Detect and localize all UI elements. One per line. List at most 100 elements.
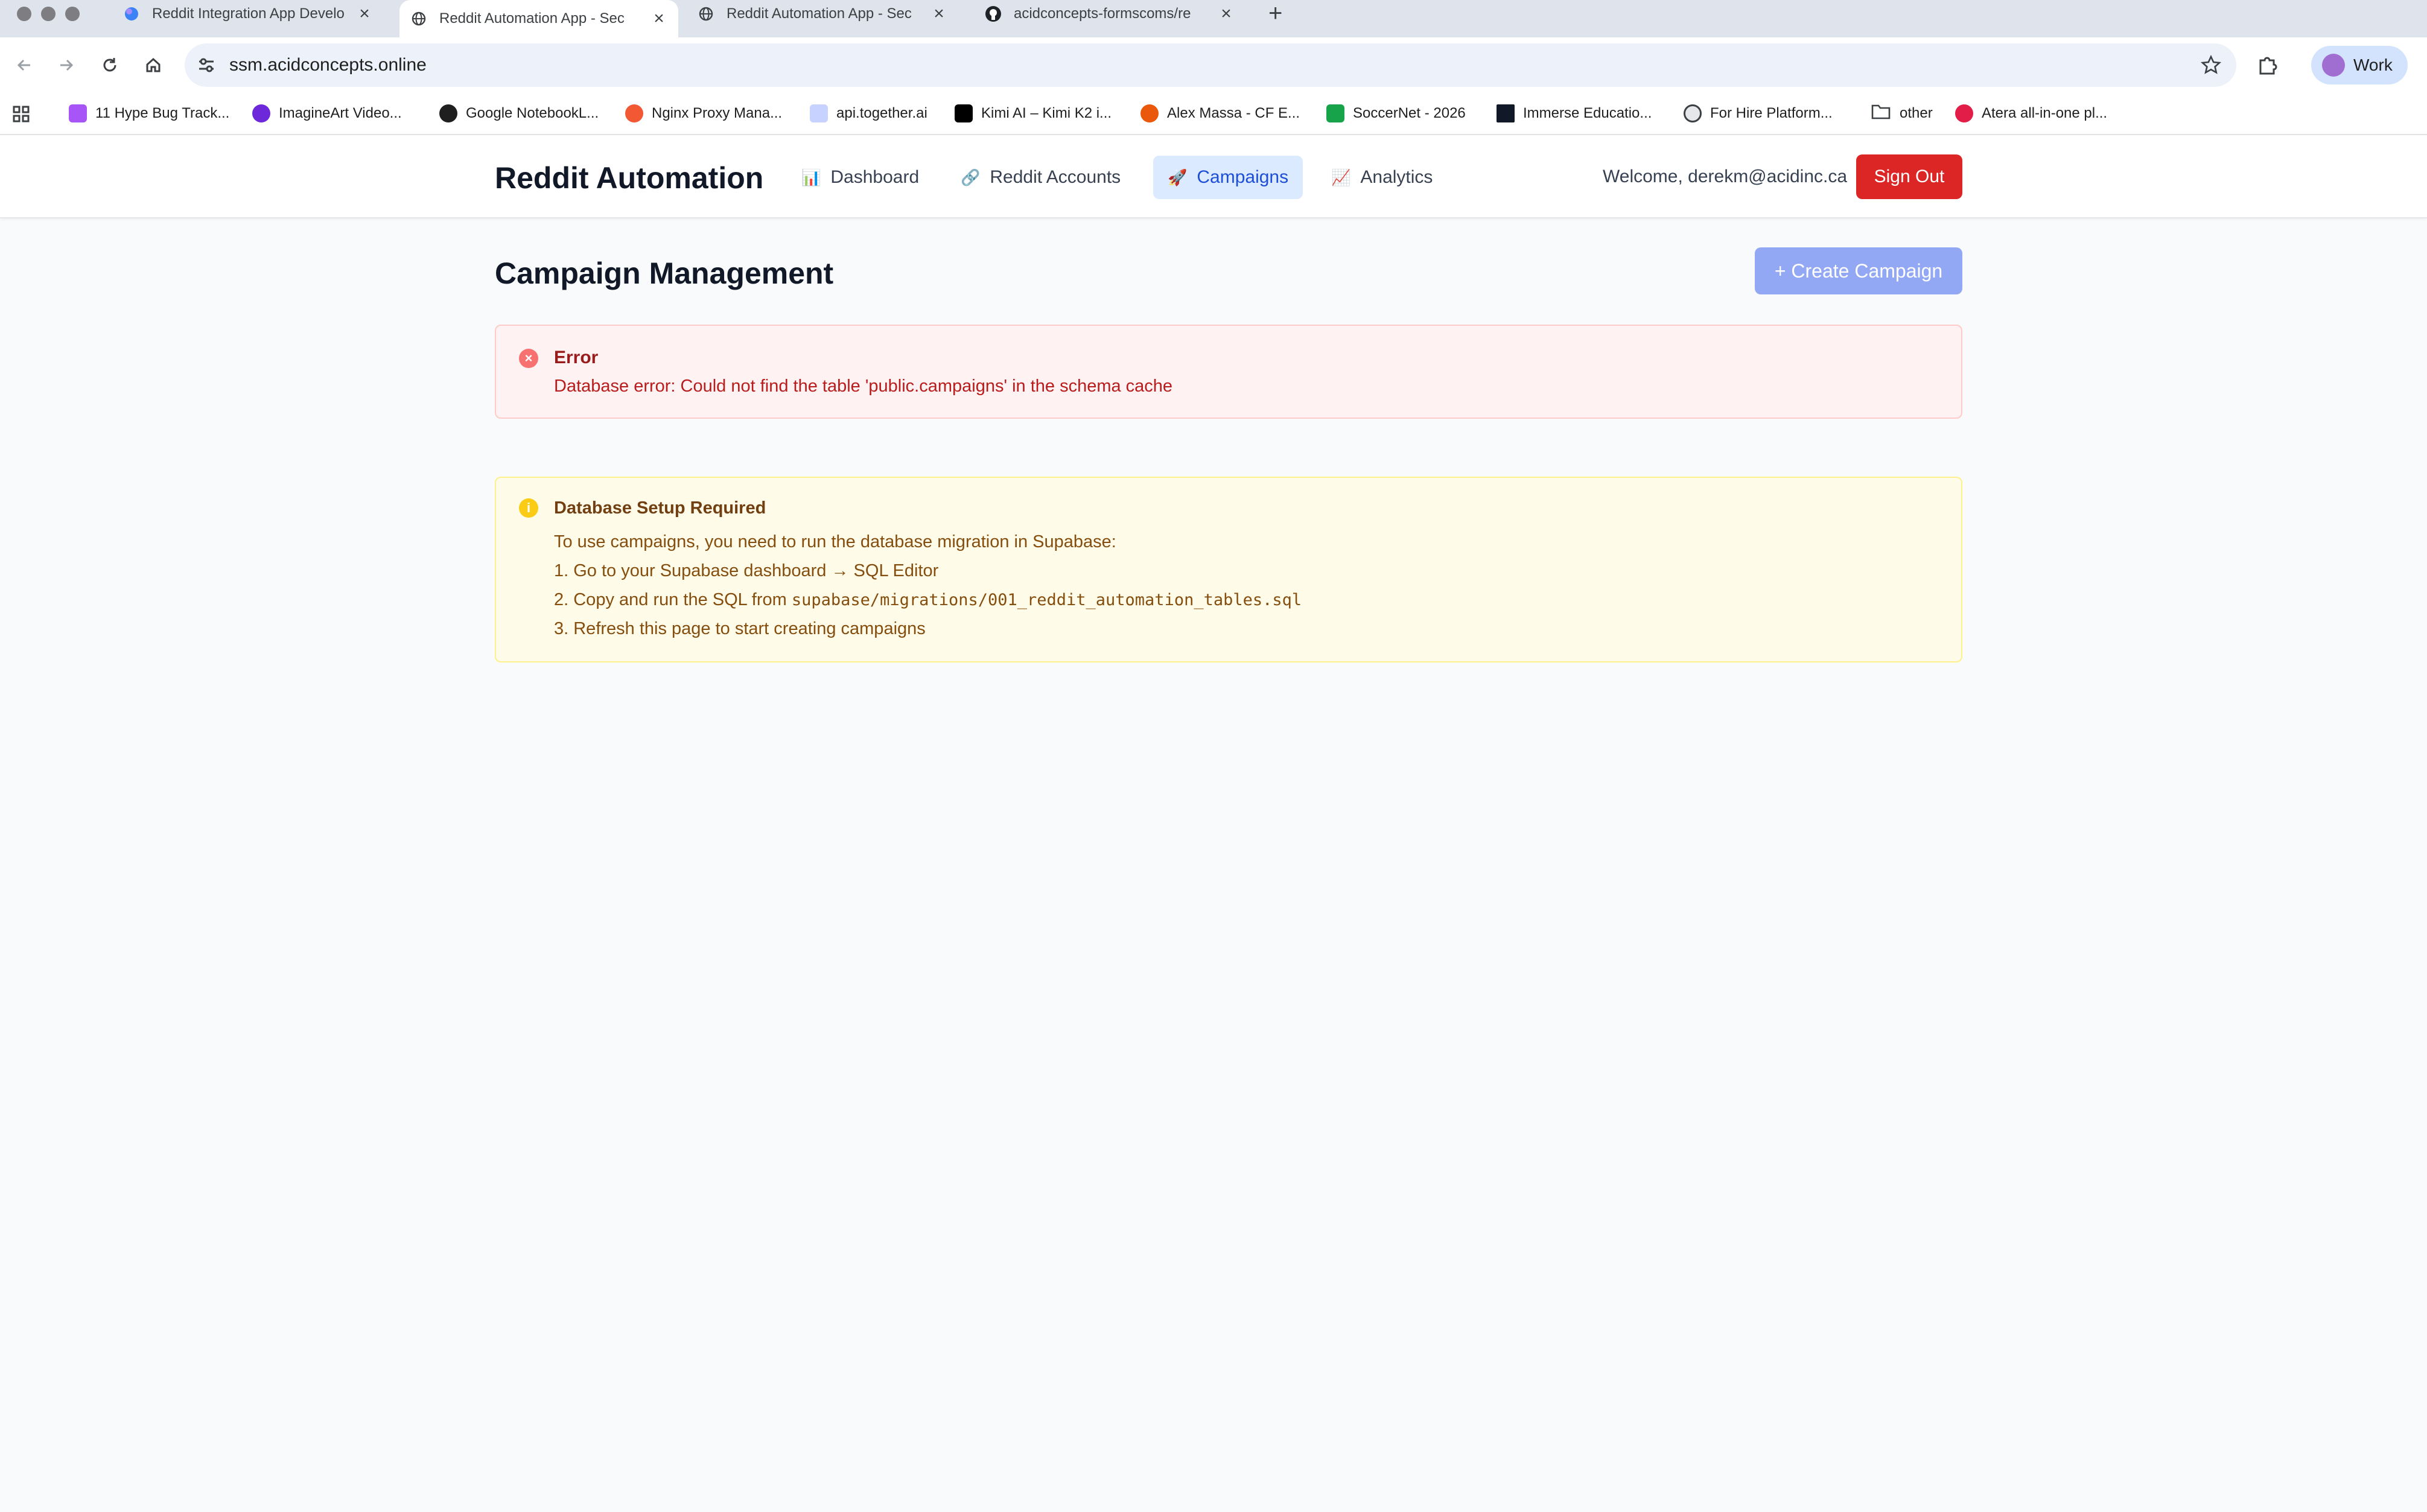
bookmark-favicon-icon — [69, 104, 87, 122]
page-title: Campaign Management — [495, 256, 834, 290]
rocket-icon: 🚀 — [1168, 168, 1188, 186]
nav-label: Reddit Accounts — [990, 167, 1121, 187]
app-navbar: Reddit Automation 📊 Dashboard 🔗 Reddit A… — [0, 135, 2427, 218]
bookmark-item[interactable]: Google NotebookL... — [439, 101, 599, 125]
site-settings-icon[interactable] — [197, 56, 216, 78]
browser-tabstrip: Reddit Integration App Develo × Reddit A… — [0, 0, 2427, 37]
back-icon[interactable] — [10, 51, 39, 80]
close-tab-icon[interactable]: × — [356, 4, 373, 24]
browser-toolbar: ssm.acidconcepts.online Work — [0, 37, 2427, 93]
nav-label: Campaigns — [1197, 167, 1289, 187]
bookmark-favicon-icon — [810, 104, 828, 122]
setup-intro: To use campaigns, you need to run the da… — [554, 532, 1116, 551]
tab-title: Reddit Automation App - Sec — [439, 10, 625, 27]
setup-step-3: 3. Refresh this page to start creating c… — [554, 619, 926, 638]
folder-icon — [1871, 103, 1891, 125]
setup-step-2-text: 2. Copy and run the SQL from — [554, 590, 792, 609]
bookmark-label: 11 Hype Bug Track... — [95, 105, 230, 121]
bookmark-item[interactable]: 11 Hype Bug Track... — [69, 101, 229, 125]
bookmark-label: Google NotebookL... — [466, 105, 599, 121]
migration-file-path: supabase/migrations/001_reddit_automatio… — [791, 591, 1302, 609]
avatar — [2322, 54, 2345, 77]
bar-chart-icon: 📊 — [801, 168, 821, 186]
bookmark-favicon-icon — [439, 104, 457, 122]
bookmark-item[interactable]: For Hire Platform... — [1684, 101, 1833, 125]
app-brand[interactable]: Reddit Automation — [495, 160, 763, 195]
error-alert: × Error Database error: Could not find t… — [495, 325, 1962, 419]
nav-campaigns[interactable]: 🚀 Campaigns — [1153, 156, 1303, 199]
bookmark-favicon-icon — [1140, 104, 1159, 122]
bookmark-label: other — [1900, 105, 1933, 121]
error-message: Database error: Could not find the table… — [554, 376, 1173, 396]
nav-dashboard[interactable]: 📊 Dashboard — [787, 156, 934, 199]
browser-tab[interactable]: Reddit Automation App - Sec × — [687, 0, 958, 28]
close-tab-icon[interactable]: × — [650, 8, 667, 29]
sign-out-button[interactable]: Sign Out — [1856, 154, 1962, 199]
error-title: Error — [554, 348, 599, 367]
globe-icon — [698, 5, 714, 22]
bookmark-item[interactable]: api.together.ai — [810, 101, 927, 125]
bookmark-item[interactable]: Kimi AI – Kimi K2 i... — [955, 101, 1112, 125]
bookmark-favicon-icon — [1497, 104, 1515, 122]
bookmark-label: For Hire Platform... — [1710, 105, 1833, 121]
profile-button[interactable]: Work — [2311, 46, 2408, 84]
bookmark-favicon-icon — [625, 104, 643, 122]
extensions-icon[interactable] — [2256, 53, 2279, 79]
create-campaign-button[interactable]: + Create Campaign — [1755, 247, 1962, 294]
bookmark-item[interactable]: Nginx Proxy Mana... — [625, 101, 782, 125]
bookmark-label: ImagineArt Video... — [279, 105, 402, 121]
url-text: ssm.acidconcepts.online — [229, 55, 427, 75]
app-favicon-icon — [123, 5, 140, 22]
close-tab-icon[interactable]: × — [930, 4, 947, 24]
nav-label: Analytics — [1360, 167, 1433, 187]
bookmark-item[interactable]: SoccerNet - 2026 — [1326, 101, 1466, 125]
bookmark-label: api.together.ai — [836, 105, 927, 121]
minimize-window-button[interactable] — [41, 7, 56, 21]
close-tab-icon[interactable]: × — [1218, 4, 1235, 24]
maximize-window-button[interactable] — [65, 7, 80, 21]
browser-tab-active[interactable]: Reddit Automation App - Sec × — [399, 0, 678, 37]
info-icon: i — [519, 498, 538, 518]
bookmark-favicon-icon — [1684, 104, 1702, 122]
browser-tab[interactable]: Reddit Integration App Develo × — [112, 0, 384, 28]
bookmark-star-icon[interactable] — [2200, 54, 2222, 79]
home-icon[interactable] — [139, 51, 168, 80]
bookmark-favicon-icon — [955, 104, 973, 122]
bookmark-item[interactable]: Alex Massa - CF E... — [1140, 101, 1300, 125]
browser-tab[interactable]: acidconcepts-formscoms/re × — [974, 0, 1245, 28]
bookmark-label: Kimi AI – Kimi K2 i... — [981, 105, 1112, 121]
profile-label: Work — [2353, 56, 2393, 74]
nav-reddit-accounts[interactable]: 🔗 Reddit Accounts — [946, 156, 1135, 199]
tab-title: Reddit Automation App - Sec — [727, 5, 912, 22]
error-x-icon: × — [519, 349, 538, 368]
bookmark-favicon-icon — [252, 104, 270, 122]
bookmark-label: Nginx Proxy Mana... — [652, 105, 783, 121]
globe-icon — [410, 10, 427, 27]
tab-title: Reddit Integration App Develo — [152, 5, 345, 22]
bookmark-item[interactable]: Immerse Educatio... — [1497, 101, 1652, 125]
nav-label: Dashboard — [830, 167, 920, 187]
bookmark-folder[interactable]: other — [1871, 101, 1933, 125]
setup-step-2: 2. Copy and run the SQL from supabase/mi… — [554, 590, 1302, 610]
bookmark-label: Immerse Educatio... — [1523, 105, 1652, 121]
close-window-button[interactable] — [17, 7, 31, 21]
bookmark-label: Alex Massa - CF E... — [1167, 105, 1300, 121]
welcome-text: Welcome, derekm@acidinc.ca — [1603, 167, 1848, 186]
setup-step-1: 1. Go to your Supabase dashboard → SQL E… — [554, 561, 939, 580]
reload-icon[interactable] — [95, 51, 124, 80]
bookmark-item[interactable]: ImagineArt Video... — [252, 101, 402, 125]
new-tab-icon[interactable]: + — [1268, 1, 1282, 25]
github-icon — [985, 5, 1002, 22]
apps-grid-icon[interactable] — [12, 105, 30, 126]
nav-analytics[interactable]: 📈 Analytics — [1317, 156, 1447, 199]
setup-title: Database Setup Required — [554, 498, 766, 518]
link-icon: 🔗 — [961, 168, 981, 186]
trend-chart-icon: 📈 — [1331, 168, 1351, 186]
address-bar[interactable]: ssm.acidconcepts.online — [185, 43, 2236, 87]
bookmark-label: SoccerNet - 2026 — [1353, 105, 1466, 121]
tab-title: acidconcepts-formscoms/re — [1014, 5, 1191, 22]
bookmark-item[interactable]: Atera all-in-one pl... — [1955, 101, 2107, 125]
bookmark-label: Atera all-in-one pl... — [1982, 105, 2108, 121]
forward-icon[interactable] — [52, 51, 81, 80]
bookmark-favicon-icon — [1955, 104, 1973, 122]
